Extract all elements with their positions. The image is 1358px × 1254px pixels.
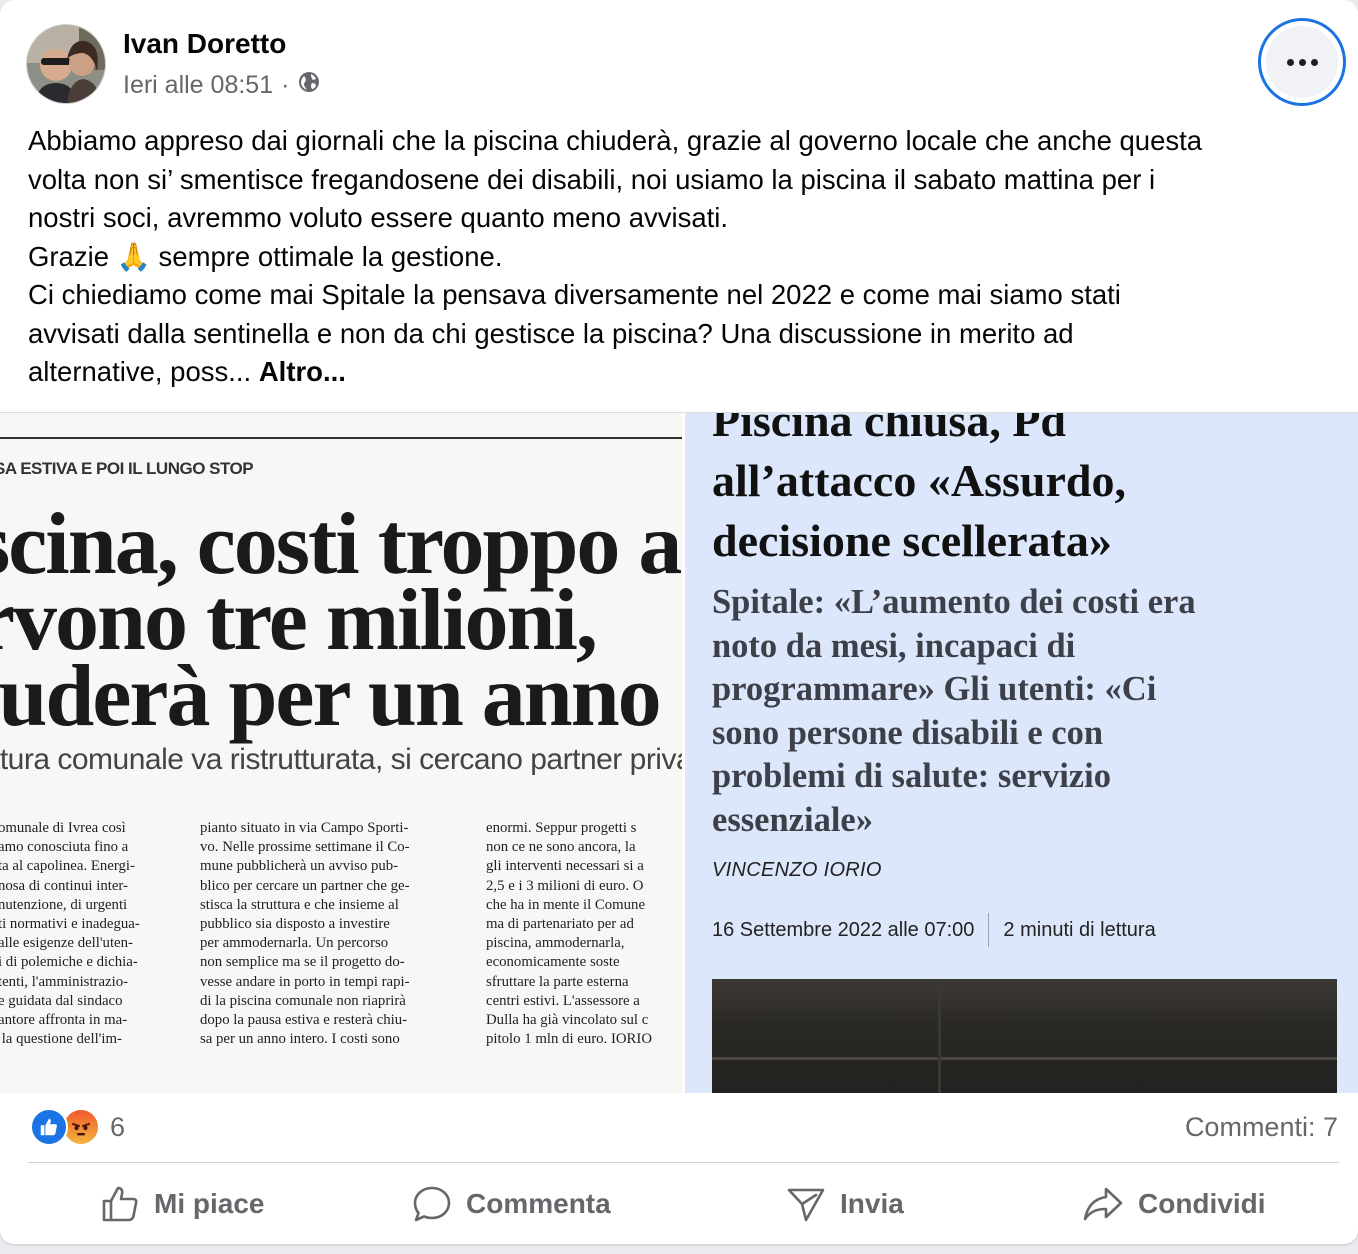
thanks-word: Grazie [28,240,109,272]
newspaper-clipping-left[interactable]: SA ESTIVA E POI IL LUNGO STOP scina, cos… [0,413,682,1093]
post-actions-bar: Mi piace Commenta Invia Condividi [0,1166,1358,1240]
post-media[interactable]: SA ESTIVA E POI IL LUNGO STOP scina, cos… [0,412,1358,1093]
post-text-line: Grazie 🙏 sempre ottimale la gestione. [28,238,1340,277]
post-text-line: volta non si’ smentisce fregandosene dei… [28,163,1156,195]
date-separator [988,913,990,947]
article-subtitle: Spitale: «L’aumento dei costi era noto d… [712,583,1196,839]
post-meta: Ieri alle 08:51 · [123,70,321,101]
send-label: Invia [840,1188,904,1219]
author-avatar[interactable] [26,24,106,104]
comment-button[interactable]: Commenta [412,1180,611,1228]
post-card: Ivan Doretto Ieri alle 08:51 · Abbiamo a… [0,0,1358,1244]
article-screenshot-right[interactable]: Piscina chiusa, Pd all’attacco «Assurdo,… [685,413,1358,1093]
folded-hands-emoji: 🙏 [116,240,151,272]
like-button[interactable]: Mi piace [100,1180,264,1228]
comment-bubble-icon [412,1184,452,1224]
clipping-subhead: ttura comunale va ristrutturata, si cerc… [0,743,682,776]
thumbs-up-icon [100,1184,140,1224]
post-text-line: avvisati dalla sentinella e non da chi g… [28,317,1074,349]
reaction-count: 6 [110,1111,126,1142]
comments-count-link[interactable]: Commenti: 7 [1185,1112,1338,1143]
clipping-column: pianto situato in via Campo Sporti- vo. … [200,820,410,1048]
post-text: Abbiamo appreso dai giornali che la pisc… [28,122,1340,392]
share-button[interactable]: Condividi [1082,1180,1266,1228]
post-text-line: alternative, poss... Altro... [28,353,1340,392]
send-button[interactable]: Invia [786,1180,904,1228]
globe-icon [297,70,321,101]
comment-label: Commenta [466,1188,611,1219]
like-label: Mi piace [154,1188,265,1219]
article-date-row: 16 Settembre 2022 alle 07:00 2 minuti di… [712,913,1156,947]
post-timestamp[interactable]: Ieri alle 08:51 [123,71,273,100]
clipping-column: enormi. Seppur progetti s non ce ne sono… [486,820,653,1048]
post-text-line: Abbiamo appreso dai giornali che la pisc… [28,125,1203,156]
article-photo [712,979,1337,1093]
divider [28,1162,1339,1163]
post-text-last-line: alternative, poss... [28,356,252,387]
share-label: Condividi [1138,1188,1266,1219]
send-icon [786,1184,826,1224]
like-reaction-icon [30,1108,68,1146]
article-read-time: 2 minuti di lettura [1003,918,1156,941]
article-date: 16 Settembre 2022 alle 07:00 [712,918,975,941]
clipping-columns: omunale di Ivrea così amo conosciuta fin… [0,819,682,1049]
thanks-rest: sempre ottimale la gestione. [158,240,503,272]
see-more-link[interactable]: Altro... [259,356,346,387]
share-arrow-icon [1082,1184,1124,1224]
more-icon [1266,26,1338,98]
post-text-line: nostri soci, avremmo voluto essere quant… [28,202,729,233]
avatar-photo [27,25,105,103]
photo-detail [712,1057,1337,1060]
article-byline: VINCENZO IORIO [712,859,882,881]
reactions-summary[interactable]: 6 [30,1108,125,1146]
clipping-kicker: SA ESTIVA E POI IL LUNGO STOP [0,459,254,478]
post-options-button[interactable] [1258,18,1346,106]
clipping-column: omunale di Ivrea così amo conosciuta fin… [0,820,140,1048]
author-name[interactable]: Ivan Doretto [123,28,286,60]
post-text-line: Ci chiediamo come mai Spitale la pensava… [28,279,1121,310]
clipping-headline-line: iuderà per un anno [0,648,662,745]
meta-separator: · [281,71,290,99]
article-title: Piscina chiusa, Pd all’attacco «Assurdo,… [712,413,1126,566]
photo-detail [938,979,941,1093]
clipping-rule [0,437,682,439]
